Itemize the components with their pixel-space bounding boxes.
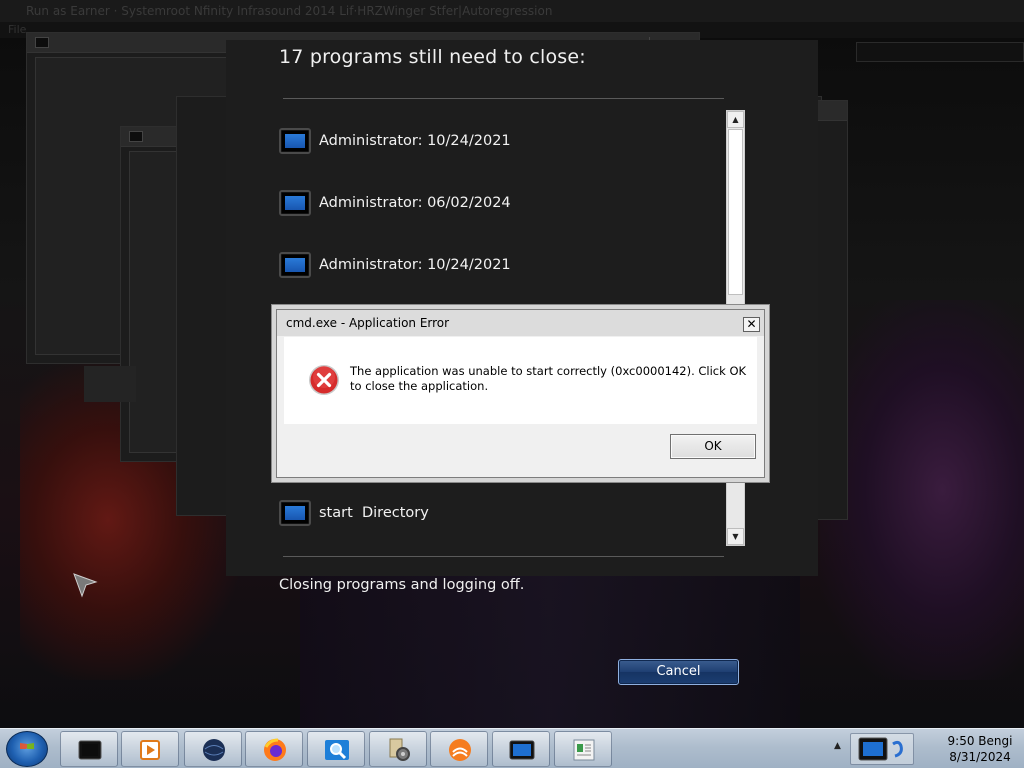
status-text: Closing programs and logging off. [279, 577, 525, 593]
background-panel [856, 42, 1024, 62]
programs-heading: 17 programs still need to close: [279, 46, 586, 68]
program-label: Administrator: 10/24/2021 [319, 257, 511, 273]
clock-time: 9:50 Bengi [947, 734, 1013, 748]
scroll-thumb[interactable] [728, 129, 743, 295]
taskbar-button[interactable] [554, 731, 612, 767]
dialog-footer: OK [284, 424, 757, 472]
error-dialog: cmd.exe - Application Error ✕ The applic… [276, 309, 765, 478]
dialog-body: The application was unable to start corr… [284, 337, 757, 424]
taskbar-button[interactable] [121, 731, 179, 767]
program-label: Administrator: 06/02/2024 [319, 195, 511, 211]
console-window-icon [279, 190, 311, 216]
dialog-title: cmd.exe - Application Error [286, 316, 450, 330]
taskbar-button[interactable] [430, 731, 488, 767]
close-icon[interactable]: ✕ [743, 317, 760, 332]
media-player-icon [140, 740, 160, 760]
firefox-icon [264, 738, 286, 761]
clock-date: 8/31/2024 [949, 750, 1011, 764]
taskbar: ▲ 9:50 Bengi 8/31/2024 [0, 728, 1024, 768]
ok-button[interactable]: OK [670, 434, 756, 459]
console-window-icon [279, 500, 311, 526]
console-window-icon [279, 252, 311, 278]
console-window-icon [858, 737, 903, 761]
taskbar-button[interactable] [60, 731, 118, 767]
scroll-down-button[interactable]: ▼ [727, 528, 744, 545]
console-window-icon [509, 740, 535, 760]
notepad-icon [573, 739, 595, 761]
list-item[interactable]: Administrator: 06/02/2024 [279, 188, 511, 218]
background-window-title: Run as Earner · Systemroot Nfinity Infra… [0, 0, 1024, 22]
mouse-cursor-icon [73, 573, 98, 598]
windows-orb-icon[interactable] [6, 731, 48, 767]
list-item[interactable]: Administrator: 10/24/2021 [279, 250, 511, 280]
background-strip [84, 366, 136, 402]
program-label: Administrator: 10/24/2021 [319, 133, 511, 149]
java-icon [449, 739, 471, 761]
list-item[interactable]: Administrator: 10/24/2021 [279, 126, 511, 156]
tray-button[interactable] [850, 733, 914, 765]
divider-bottom [283, 556, 724, 557]
list-item[interactable]: start Directory [279, 498, 429, 528]
console-window-icon [279, 128, 311, 154]
taskbar-button[interactable] [307, 731, 365, 767]
background-purple-glow [820, 300, 1024, 680]
divider-top [283, 98, 724, 99]
taskbar-button[interactable] [245, 731, 303, 767]
globe-browser-icon [203, 739, 225, 761]
magnifier-icon [325, 740, 349, 760]
taskbar-clock[interactable]: 9:50 Bengi 8/31/2024 [938, 733, 1022, 765]
settings-gear-icon [389, 738, 410, 761]
dialog-titlebar[interactable]: cmd.exe - Application Error ✕ [277, 310, 764, 336]
taskbar-button[interactable] [184, 731, 242, 767]
scroll-up-button[interactable]: ▲ [727, 111, 744, 128]
taskbar-button[interactable] [492, 731, 550, 767]
program-label: start Directory [319, 505, 429, 521]
taskbar-button[interactable] [369, 731, 427, 767]
error-message: The application was unable to start corr… [350, 364, 747, 393]
show-hidden-icons-icon[interactable]: ▲ [834, 741, 841, 751]
error-icon [309, 365, 339, 395]
cancel-button[interactable]: Cancel [618, 659, 739, 685]
console-window-icon [78, 740, 102, 760]
